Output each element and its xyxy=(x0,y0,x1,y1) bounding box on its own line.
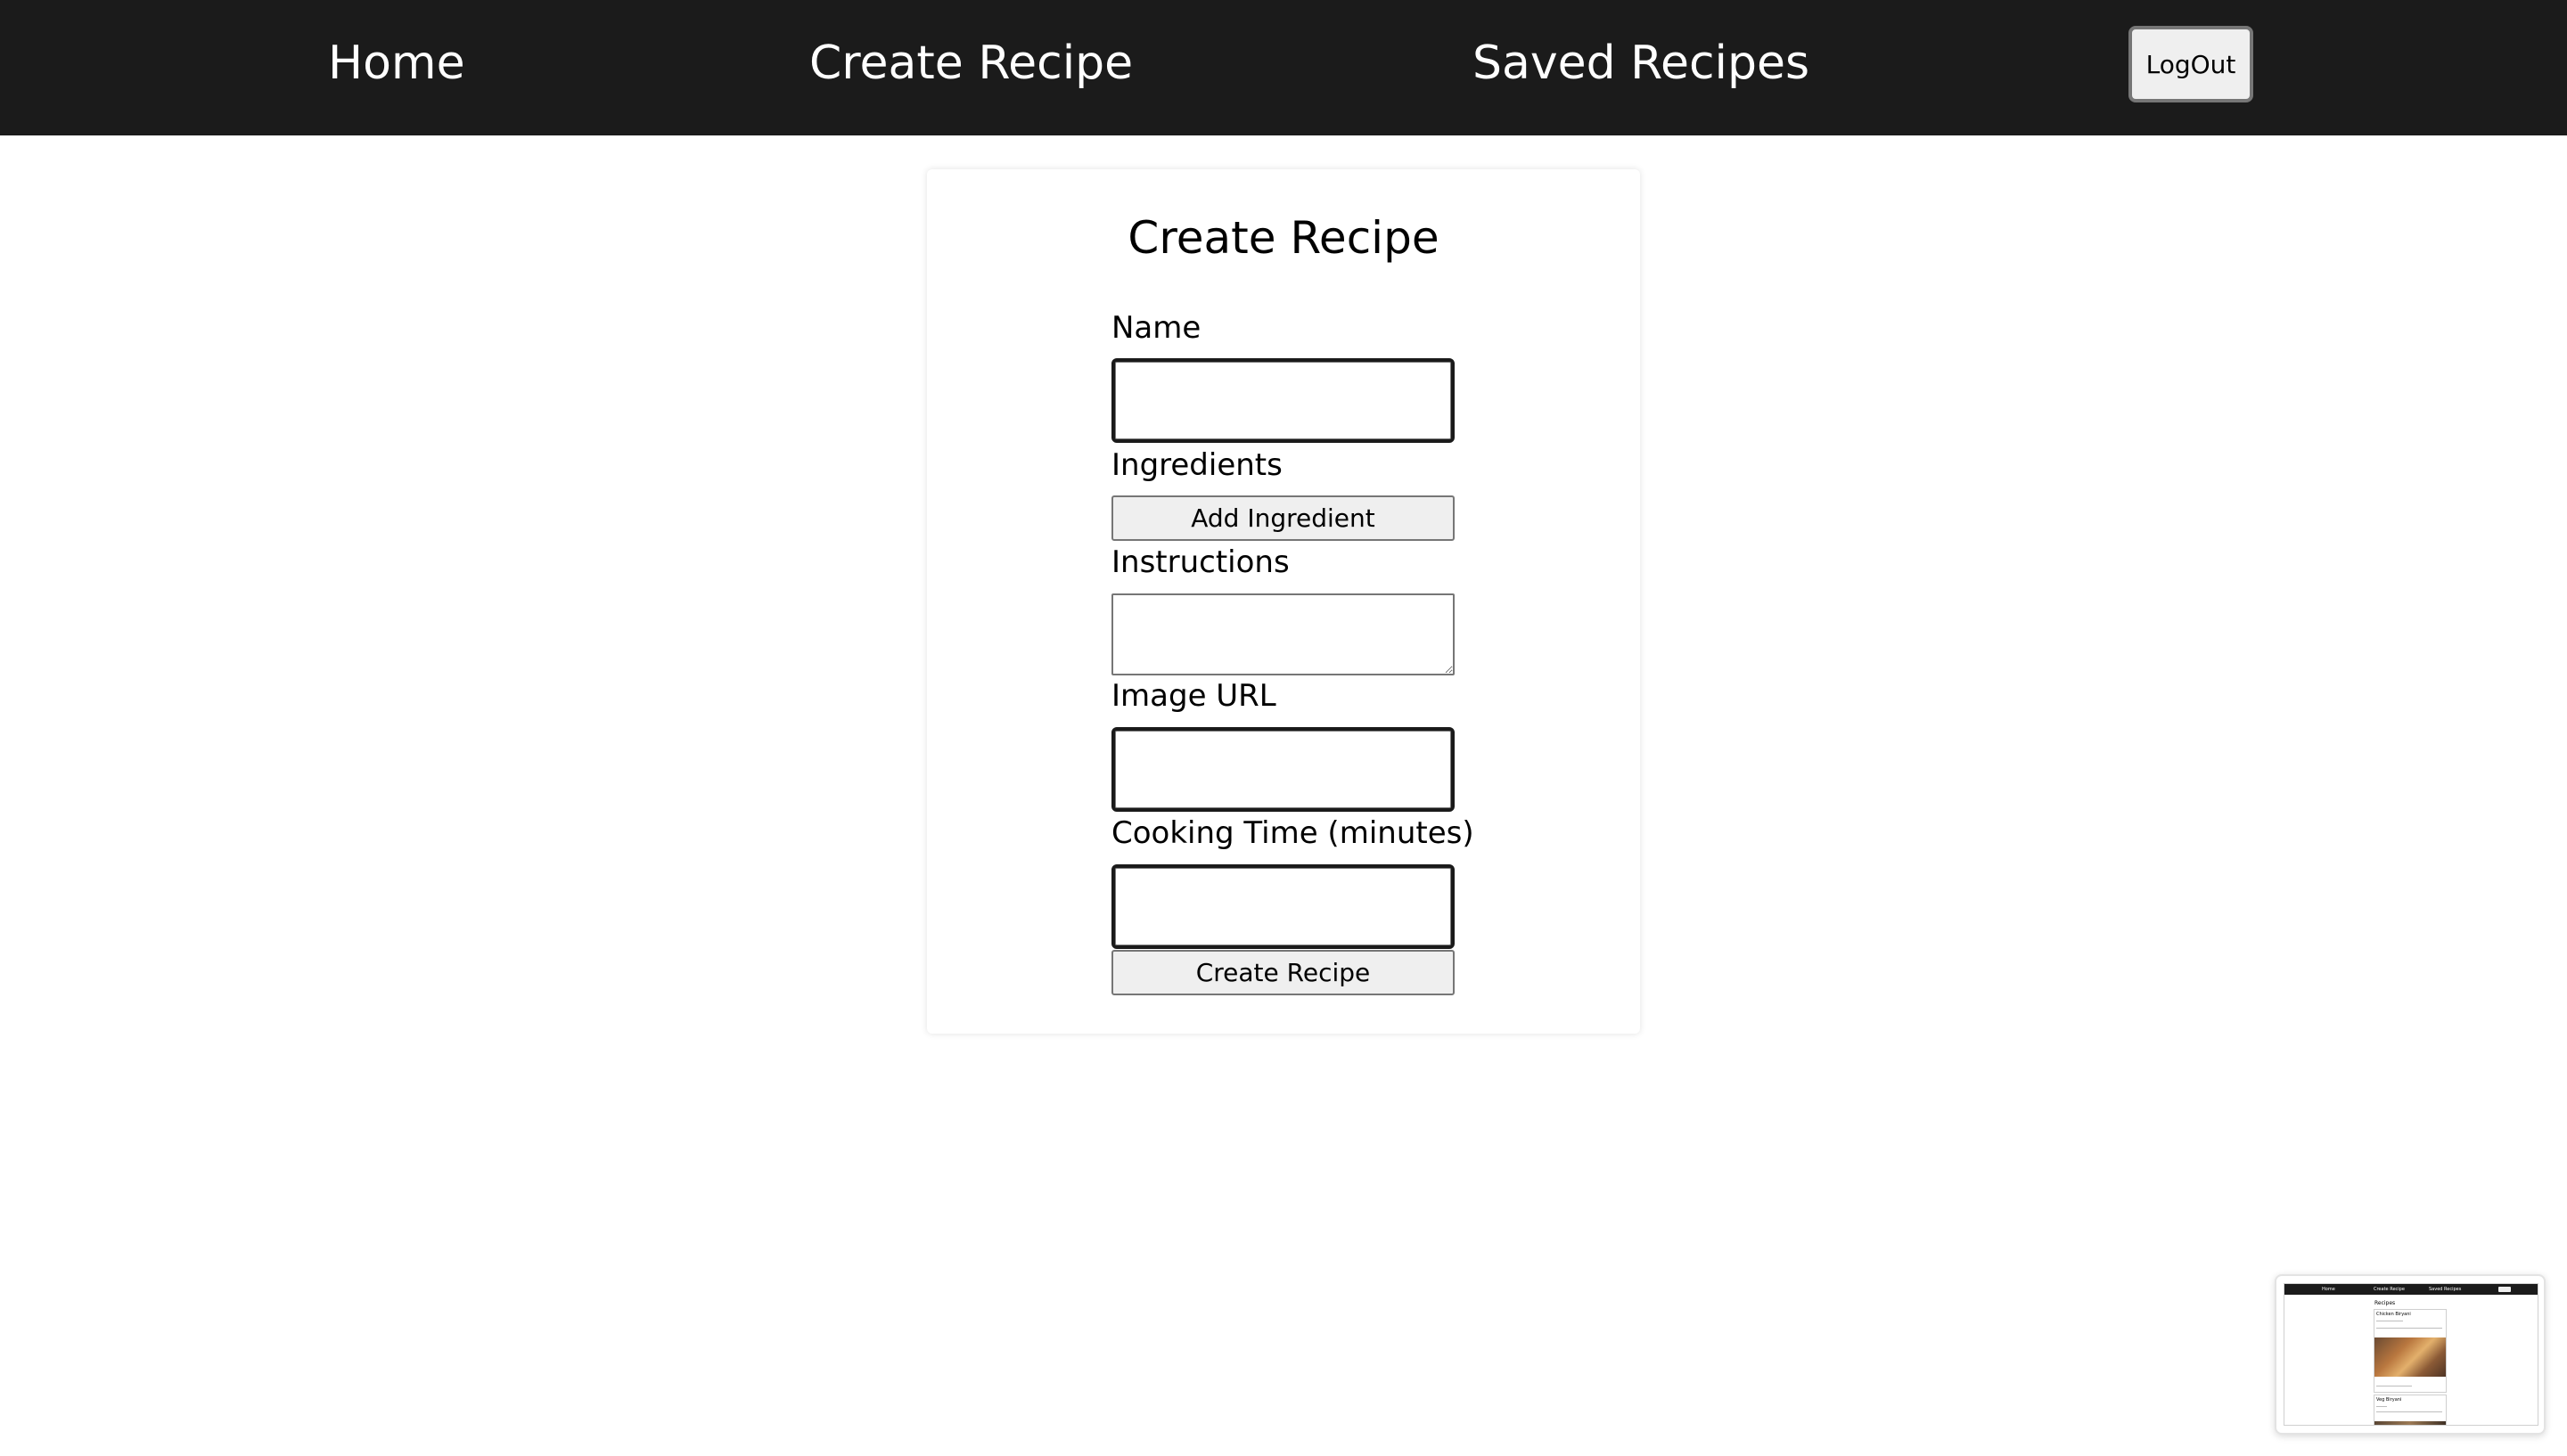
nav-link-home[interactable]: Home xyxy=(328,0,465,127)
logout-button[interactable]: LogOut xyxy=(2128,26,2253,102)
cooking-time-label: Cooking Time (minutes) xyxy=(1111,815,1474,851)
thumbnail-card-1-title: Chicken Biryani xyxy=(2376,1312,2411,1317)
thumbnail-text-line xyxy=(2376,1406,2387,1407)
thumbnail-nav-create: Create Recipe xyxy=(2374,1287,2405,1292)
thumbnail-title: Recipes xyxy=(2374,1300,2396,1306)
thumbnail-navbar: Home Create Recipe Saved Recipes xyxy=(2284,1284,2538,1295)
nav-link-saved-recipes[interactable]: Saved Recipes xyxy=(1472,0,1809,127)
image-url-label: Image URL xyxy=(1111,678,1276,714)
image-url-input[interactable] xyxy=(1111,727,1455,812)
thumbnail-food-image-2 xyxy=(2374,1421,2446,1425)
thumbnail-nav-home: Home xyxy=(2322,1287,2335,1292)
page-preview-thumbnail[interactable]: Home Create Recipe Saved Recipes Recipes… xyxy=(2275,1274,2546,1435)
cooking-time-input[interactable] xyxy=(1111,864,1455,949)
name-label: Name xyxy=(1111,310,1201,346)
thumbnail-page: Home Create Recipe Saved Recipes Recipes… xyxy=(2284,1283,2538,1426)
thumbnail-text-line xyxy=(2376,1328,2442,1329)
name-input[interactable] xyxy=(1111,358,1455,443)
add-ingredient-button[interactable]: Add Ingredient xyxy=(1111,495,1455,541)
nav-link-create-recipe[interactable]: Create Recipe xyxy=(809,0,1133,127)
top-navbar: Home Create Recipe Saved Recipes LogOut xyxy=(0,0,2567,135)
instructions-label: Instructions xyxy=(1111,544,1290,580)
thumbnail-card-2-title: Veg Biryani xyxy=(2376,1397,2402,1403)
thumbnail-nav-saved: Saved Recipes xyxy=(2429,1287,2462,1292)
instructions-textarea[interactable] xyxy=(1111,593,1455,675)
thumbnail-logout xyxy=(2498,1287,2511,1292)
thumbnail-food-image xyxy=(2374,1337,2446,1377)
thumbnail-text-line xyxy=(2376,1411,2442,1412)
ingredients-label: Ingredients xyxy=(1111,447,1283,483)
create-recipe-submit-button[interactable]: Create Recipe xyxy=(1111,950,1455,995)
page-title: Create Recipe xyxy=(1128,212,1439,264)
